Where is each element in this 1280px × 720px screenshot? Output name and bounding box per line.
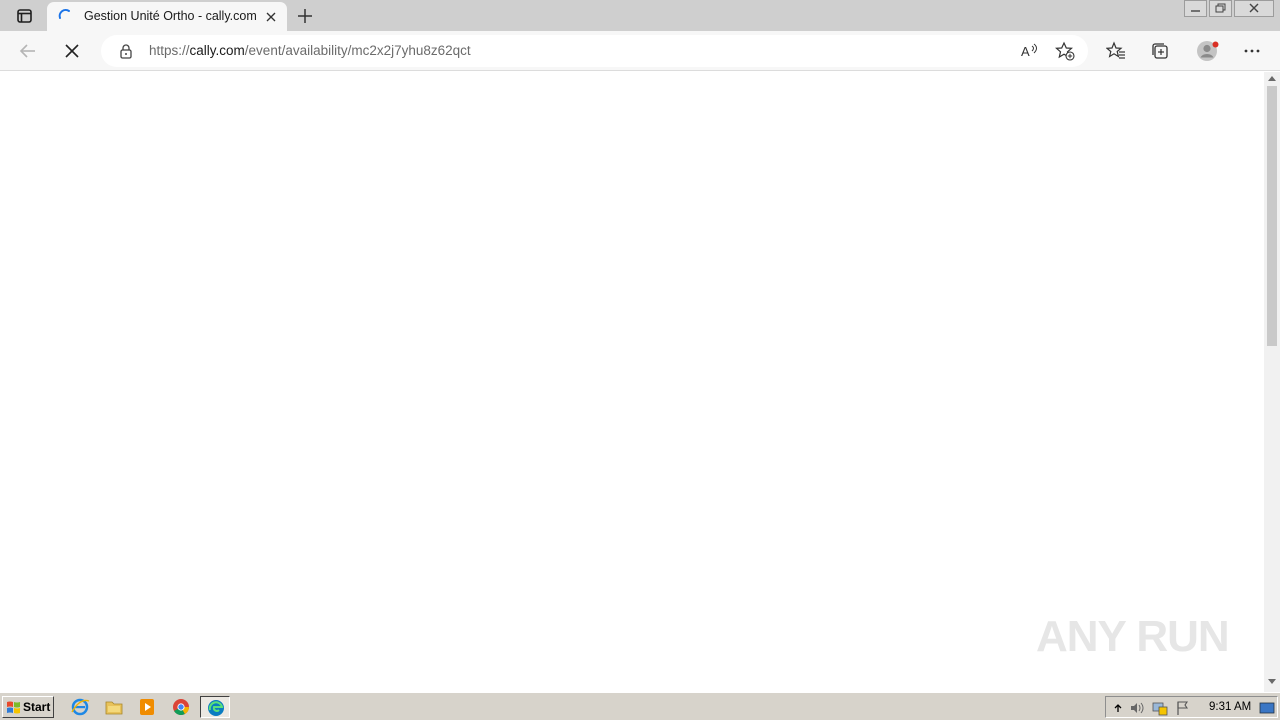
close-icon[interactable] [263,9,279,25]
windows-logo-icon [7,701,20,714]
minimize-button[interactable] [1184,0,1207,17]
internet-explorer-icon[interactable] [70,697,90,717]
chrome-icon[interactable] [171,697,191,717]
network-icon[interactable] [1152,700,1168,716]
scroll-thumb[interactable] [1267,86,1277,346]
folder-icon[interactable] [104,697,124,717]
browser-tab-active[interactable]: Gestion Unité Ortho - cally.com [47,2,287,32]
profile-avatar[interactable] [1196,40,1220,62]
url-host: cally.com [189,43,245,58]
address-bar[interactable]: https://cally.com/event/availability/mc2… [101,35,1088,67]
add-favorite-icon[interactable] [1055,41,1075,61]
browser-toolbar: https://cally.com/event/availability/mc2… [0,31,1280,71]
watermark-text: ANY RUN [1036,612,1230,661]
start-button[interactable]: Start [2,696,54,718]
media-player-icon[interactable] [137,697,157,717]
scroll-down-arrow[interactable] [1268,679,1276,684]
taskbar-clock[interactable]: 9:31 AM [1209,701,1251,713]
taskbar-edge-active[interactable] [200,696,230,718]
url-path: /event/availability/mc2x2j7yhu8z62qct [244,43,471,58]
svg-text:A: A [1021,44,1030,59]
tab-actions-icon[interactable] [12,7,36,25]
vertical-scrollbar[interactable] [1264,72,1280,692]
url-scheme: https:// [149,43,190,58]
plus-icon[interactable] [295,6,315,26]
anyrun-watermark: ANY RUN [1036,608,1236,672]
system-tray: 9:31 AM [1105,696,1278,718]
minimize-icon [1191,10,1200,12]
stop-icon[interactable] [62,41,82,61]
tray-expand-icon[interactable] [1110,700,1126,716]
restore-button[interactable] [1209,0,1232,17]
tab-title: Gestion Unité Ortho - cally.com [84,9,257,23]
window-close-button[interactable] [1234,0,1274,17]
page-content[interactable]: ANY RUN [0,72,1264,692]
scroll-up-arrow[interactable] [1268,76,1276,81]
loading-spinner-icon [58,8,70,19]
tab-strip: Gestion Unité Ortho - cally.com [0,0,1280,32]
back-arrow-icon[interactable] [18,41,38,61]
show-desktop-icon[interactable] [1259,700,1275,716]
read-aloud-icon[interactable]: A [1019,41,1039,61]
restore-icon [1215,3,1226,13]
start-label: Start [23,700,51,714]
favorites-icon[interactable] [1106,41,1126,61]
close-window-icon [1249,3,1259,13]
action-center-flag-icon[interactable] [1175,700,1191,716]
edge-icon [208,700,224,716]
more-icon[interactable] [1242,41,1262,61]
volume-icon[interactable] [1129,700,1145,716]
lock-icon[interactable] [118,43,134,59]
taskbar: Start 9:31 AM [0,692,1280,720]
collections-icon[interactable] [1150,41,1170,61]
url-text[interactable]: https://cally.com/event/availability/mc2… [149,43,471,58]
